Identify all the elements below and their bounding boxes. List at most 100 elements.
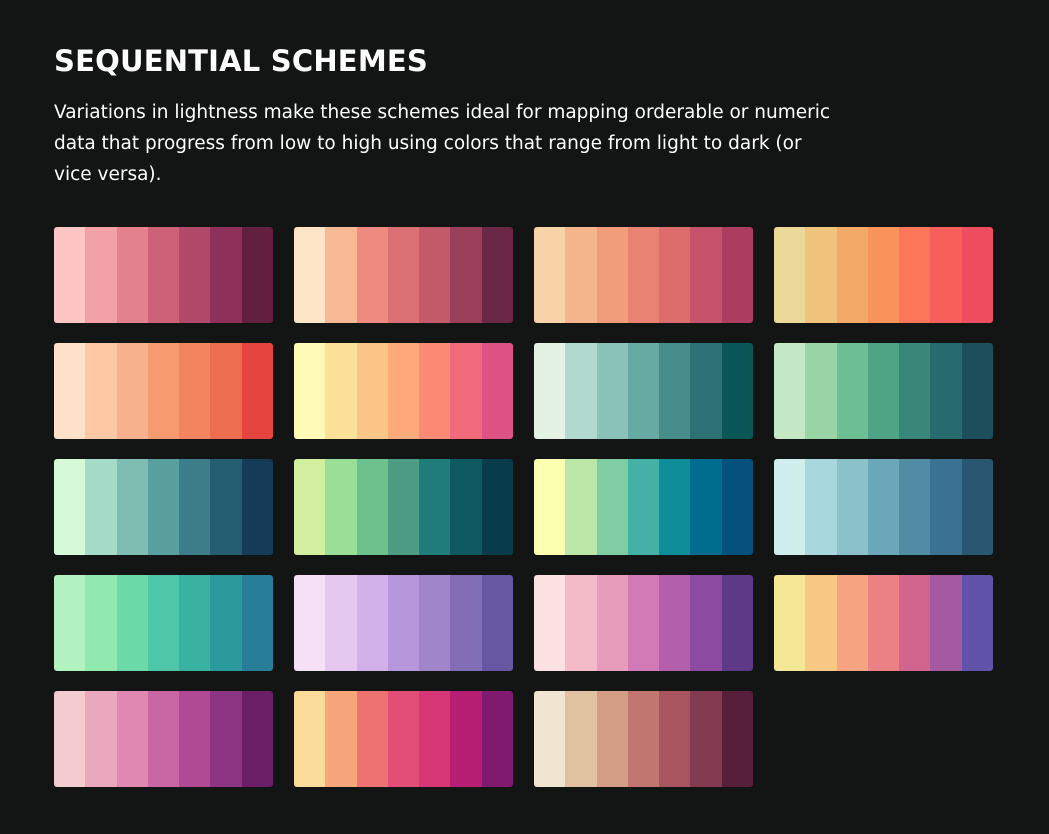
color-swatch [116,575,148,671]
color-swatch [179,691,211,787]
color-swatch [659,227,691,323]
color-swatch [627,691,660,787]
color-swatch [565,575,597,671]
color-swatch [534,459,566,555]
color-swatch [325,227,357,323]
color-swatch [774,575,806,671]
color-swatch [534,227,566,323]
color-palette[interactable] [534,691,753,787]
color-swatch [627,227,660,323]
color-swatch [294,459,326,555]
color-swatch [930,343,962,439]
color-swatch [325,343,357,439]
color-swatch [836,459,868,555]
color-swatch [596,227,628,323]
color-swatch [659,691,691,787]
color-swatch [147,459,180,555]
color-palette[interactable] [54,343,273,439]
color-swatch [179,227,211,323]
color-swatch [450,575,482,671]
color-swatch [659,575,691,671]
color-swatch [419,227,451,323]
color-palette[interactable] [54,227,273,323]
color-swatch [54,691,86,787]
color-palette[interactable] [54,459,273,555]
color-swatch [867,459,900,555]
color-swatch [867,227,900,323]
page-description: Variations in lightness make these schem… [54,102,831,185]
color-swatch [805,575,837,671]
color-swatch [867,575,900,671]
color-swatch [899,227,931,323]
color-palette[interactable] [534,343,753,439]
color-palette[interactable] [774,343,993,439]
color-palette[interactable] [534,227,753,323]
color-swatch [596,691,628,787]
color-swatch [387,343,420,439]
color-swatch [721,575,753,671]
color-swatch [596,343,628,439]
color-swatch [147,575,180,671]
color-palette[interactable] [294,575,513,671]
color-palette[interactable] [54,691,273,787]
color-palette[interactable] [774,227,993,323]
color-swatch [721,459,753,555]
color-palette[interactable] [774,459,993,555]
color-swatch [627,575,660,671]
color-swatch [85,459,117,555]
color-swatch [179,459,211,555]
color-swatch [774,459,806,555]
color-swatch [210,691,242,787]
color-swatch [627,343,660,439]
color-swatch [690,575,722,671]
color-swatch [805,459,837,555]
color-swatch [294,343,326,439]
color-swatch [836,343,868,439]
color-swatch [147,691,180,787]
color-swatch [481,227,513,323]
color-swatch [85,227,117,323]
color-swatch [534,343,566,439]
color-palette[interactable] [534,459,753,555]
color-swatch [210,459,242,555]
color-swatch [690,691,722,787]
color-swatch [774,227,806,323]
color-swatch [450,691,482,787]
color-palette[interactable] [294,459,513,555]
color-swatch [659,343,691,439]
color-swatch [241,227,273,323]
page-title: SEQUENTIAL SCHEMES [54,44,428,78]
color-swatch [596,459,628,555]
color-swatch [241,575,273,671]
color-swatch [356,459,388,555]
color-swatch [179,575,211,671]
color-swatch [961,459,993,555]
color-palette[interactable] [534,575,753,671]
color-palette[interactable] [54,575,273,671]
color-swatch [147,227,180,323]
color-swatch [241,459,273,555]
color-swatch [565,227,597,323]
color-swatch [721,227,753,323]
color-swatch [481,691,513,787]
color-swatch [961,575,993,671]
color-swatch [867,343,900,439]
color-swatch [356,575,388,671]
color-swatch [179,343,211,439]
color-swatch [85,575,117,671]
color-swatch [241,691,273,787]
color-swatch [565,343,597,439]
color-swatch [481,343,513,439]
color-palette[interactable] [774,575,993,671]
color-swatch [294,575,326,671]
color-swatch [690,459,722,555]
color-swatch [387,227,420,323]
color-swatch [54,343,86,439]
color-swatch [116,691,148,787]
color-palette[interactable] [294,227,513,323]
color-palette[interactable] [294,691,513,787]
color-swatch [690,227,722,323]
color-palette[interactable] [294,343,513,439]
palette-grid [54,227,993,787]
color-swatch [356,691,388,787]
